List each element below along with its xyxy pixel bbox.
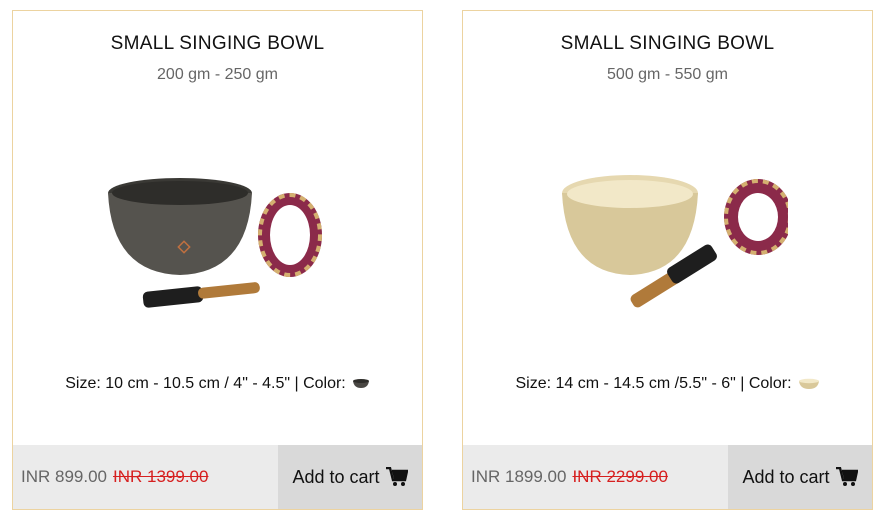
product-weight: 500 gm - 550 gm — [607, 66, 728, 83]
size-text: Size: 14 cm - 14.5 cm /5.5" - 6" | Color… — [515, 375, 792, 392]
price-box: INR 899.00 INR 1399.00 — [13, 445, 278, 509]
product-footer: INR 899.00 INR 1399.00 Add to cart — [13, 445, 422, 509]
product-card: SMALL SINGING BOWL 500 gm - 550 gm Size:… — [462, 10, 873, 510]
product-card: SMALL SINGING BOWL 200 gm - 250 gm Size:… — [12, 10, 423, 510]
shopping-cart-icon — [835, 467, 858, 486]
product-size-color: Size: 10 cm - 10.5 cm / 4" - 4.5" | Colo… — [13, 375, 422, 393]
product-title[interactable]: SMALL SINGING BOWL — [13, 33, 422, 55]
add-to-cart-button[interactable]: Add to cart — [728, 445, 872, 509]
product-title[interactable]: SMALL SINGING BOWL — [463, 33, 872, 55]
price-box: INR 1899.00 INR 2299.00 — [463, 445, 728, 509]
color-swatch-icon — [798, 378, 819, 389]
old-price: INR 2299.00 — [572, 467, 668, 486]
product-image[interactable] — [463, 161, 872, 331]
old-price: INR 1399.00 — [113, 467, 209, 486]
shopping-cart-icon — [385, 467, 408, 486]
price: INR 1899.00 — [471, 467, 567, 486]
product-weight: 200 gm - 250 gm — [157, 66, 278, 83]
price: INR 899.00 — [21, 467, 107, 486]
add-to-cart-label: Add to cart — [292, 466, 380, 487]
product-image[interactable] — [13, 161, 422, 331]
size-text: Size: 10 cm - 10.5 cm / 4" - 4.5" | Colo… — [65, 375, 346, 392]
color-swatch-icon — [352, 379, 369, 388]
product-footer: INR 1899.00 INR 2299.00 Add to cart — [463, 445, 872, 509]
add-to-cart-label: Add to cart — [742, 466, 830, 487]
add-to-cart-button[interactable]: Add to cart — [278, 445, 422, 509]
product-size-color: Size: 14 cm - 14.5 cm /5.5" - 6" | Color… — [463, 375, 872, 393]
